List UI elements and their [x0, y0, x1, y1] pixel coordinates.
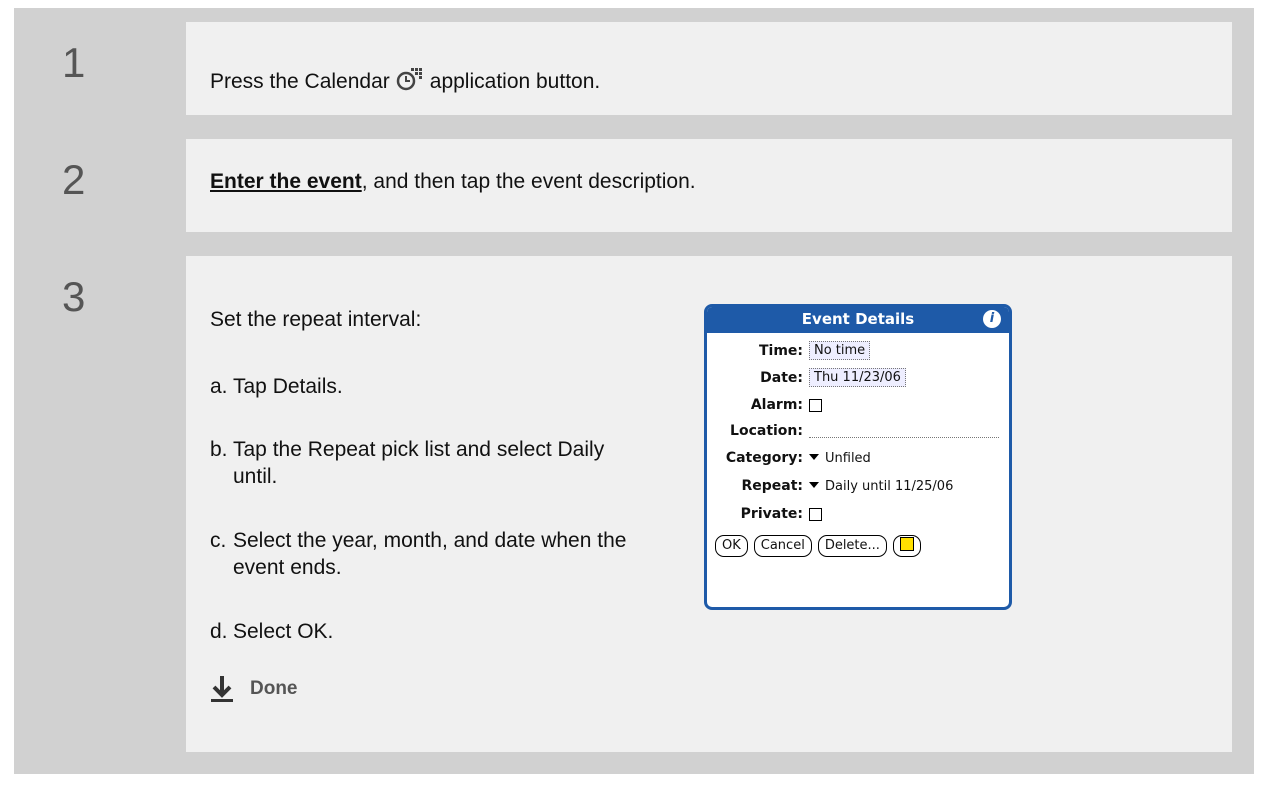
list-item: d. Select OK. — [210, 618, 650, 645]
step-number: 1 — [24, 22, 186, 115]
step-number: 3 — [24, 256, 186, 752]
alarm-row: Alarm: — [707, 397, 822, 413]
repeat-row: Repeat: Daily until 11/25/06 — [707, 478, 953, 494]
private-label: Private: — [740, 506, 803, 522]
time-selector[interactable]: No time — [809, 341, 871, 360]
alarm-label: Alarm: — [750, 397, 803, 413]
category-value: Unfiled — [825, 450, 871, 466]
item-label: d. — [210, 620, 228, 643]
info-icon[interactable]: i — [983, 310, 1001, 328]
step-text-after: application button. — [429, 70, 601, 93]
list-item: b. Tap the Repeat pick list and select Da… — [210, 436, 650, 490]
category-row: Category: Unfiled — [707, 450, 871, 466]
item-text: Select OK. — [233, 620, 334, 643]
category-picker[interactable]: Unfiled — [809, 451, 871, 466]
step-body: Press the Calendar application button. — [186, 22, 1232, 115]
step-text: Press the Calendar application button. — [210, 66, 600, 94]
repeat-picker[interactable]: Daily until 11/25/06 — [809, 479, 953, 494]
done-label: Done — [250, 678, 298, 699]
note-button[interactable] — [892, 535, 921, 557]
item-label: c. — [210, 529, 227, 552]
dropdown-triangle-icon — [809, 453, 819, 460]
calendar-app-icon — [396, 68, 422, 91]
step-text: Enter the event, and then tap the event … — [210, 170, 696, 194]
item-label: a. — [210, 375, 228, 398]
dialog-title-bar: Event Details i — [707, 307, 1009, 333]
list-item: c. Select the year, month, and date when … — [210, 527, 650, 581]
step-text-before: Press the Calendar — [210, 70, 390, 93]
location-label: Location: — [730, 423, 803, 439]
item-text: Select the year, month, and date when th… — [233, 529, 627, 579]
list-item: a. Tap Details. — [210, 373, 650, 400]
step-body: Enter the event, and then tap the event … — [186, 139, 1232, 232]
dialog-title: Event Details — [801, 310, 915, 328]
private-checkbox[interactable] — [809, 507, 822, 521]
event-details-dialog: Event Details i Time: No time Date: Thu … — [704, 304, 1012, 610]
time-label: Time: — [758, 342, 803, 359]
repeat-value: Daily until 11/25/06 — [825, 478, 954, 494]
cancel-button[interactable]: Cancel — [753, 535, 812, 557]
date-row: Date: Thu 11/23/06 — [707, 368, 906, 387]
dropdown-triangle-icon — [809, 481, 819, 488]
date-selector[interactable]: Thu 11/23/06 — [809, 368, 906, 387]
time-row: Time: No time — [707, 341, 871, 360]
delete-button[interactable]: Delete... — [817, 535, 887, 557]
step-body: Set the repeat interval: a. Tap Details. … — [186, 256, 1232, 752]
ok-button[interactable]: OK — [715, 535, 748, 557]
step-intro: Set the repeat interval: — [210, 308, 422, 331]
item-label: b. — [210, 438, 228, 461]
dialog-buttons: OK Cancel Delete... — [715, 535, 921, 557]
private-row: Private: — [707, 506, 822, 522]
date-label: Date: — [760, 369, 803, 386]
enter-event-link[interactable]: Enter the event — [210, 170, 362, 193]
down-arrow-icon — [211, 676, 233, 702]
category-label: Category: — [725, 450, 803, 466]
step-3: 3 Set the repeat interval: a. Tap Details… — [24, 256, 1232, 752]
item-text: Tap Details. — [233, 375, 343, 398]
repeat-label: Repeat: — [741, 478, 803, 494]
item-text: Tap the Repeat pick list and select Dail… — [233, 438, 605, 488]
step-number: 2 — [24, 139, 186, 232]
step-1: 1 Press the Calendar application button. — [24, 22, 1232, 115]
step-text-after: , and then tap the event description. — [361, 170, 696, 193]
note-icon — [899, 537, 914, 551]
location-field[interactable] — [809, 425, 999, 438]
location-row: Location: — [707, 423, 999, 439]
step-2: 2 Enter the event, and then tap the even… — [24, 139, 1232, 232]
alarm-checkbox[interactable] — [809, 398, 822, 412]
done-marker: Done — [210, 674, 298, 704]
